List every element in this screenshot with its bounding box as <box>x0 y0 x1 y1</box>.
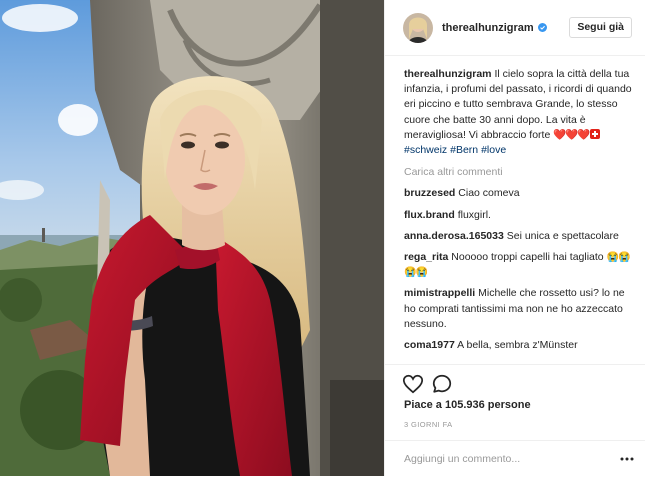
comment-text: fluxgirl. <box>457 208 491 221</box>
author-username[interactable]: therealhunzigram <box>442 22 534 34</box>
comment-username[interactable]: flux.brand <box>404 209 455 221</box>
swiss-flag-icon <box>590 128 601 139</box>
following-button[interactable]: Segui già <box>569 17 632 38</box>
comment-item: bruzzesed Ciao comeva <box>404 186 636 201</box>
more-options-icon[interactable] <box>620 453 634 465</box>
comment-username[interactable]: coma1977 <box>404 339 455 351</box>
comment-item: anna.derosa.165033 Sei unica e spettacol… <box>404 229 636 244</box>
comments-list[interactable]: therealhunzigram Il cielo sopra la città… <box>404 67 636 356</box>
comment-username[interactable]: bruzzesed <box>404 187 455 199</box>
post-timestamp[interactable]: 3 GIORNI FA <box>404 420 453 429</box>
verified-badge-icon <box>537 23 547 32</box>
add-comment-input[interactable] <box>404 450 604 468</box>
hashtag-link[interactable]: #Bern <box>450 144 478 156</box>
hashtag-link[interactable]: #love <box>481 144 506 156</box>
caption-hearts: ❤️❤️❤️ <box>553 128 590 141</box>
comment-text: Sei unica e spettacolare <box>506 229 619 242</box>
post-photo[interactable] <box>0 0 384 476</box>
comment-text: A bella, sembra z'Münster <box>457 339 578 352</box>
author-avatar[interactable] <box>403 12 433 43</box>
post-actions: Piace a 105.936 persone 3 GIORNI FA <box>385 364 645 474</box>
caption-username[interactable]: therealhunzigram <box>404 68 492 80</box>
post-side-panel: therealhunzigram Segui già therealhunzig… <box>384 0 645 476</box>
comment-text: Ciao comeva <box>458 187 520 200</box>
likes-count[interactable]: Piace a 105.936 persone <box>404 399 531 411</box>
hashtag-link[interactable]: #schweiz <box>404 144 447 156</box>
comment-username[interactable]: anna.derosa.165033 <box>404 230 504 242</box>
instagram-post: therealhunzigram Segui già therealhunzig… <box>0 0 645 476</box>
comment-item: flux.brand fluxgirl. <box>404 208 636 223</box>
comment-icon[interactable] <box>431 373 453 395</box>
post-header: therealhunzigram Segui già <box>385 0 645 56</box>
comment-username[interactable]: mimistrappelli <box>404 287 475 299</box>
add-comment-bar <box>385 440 645 477</box>
comment-text: Nooooo troppi capelli hai tagliato <box>451 251 604 264</box>
comment-item: rega_rita Nooooo troppi capelli hai tagl… <box>404 250 636 280</box>
comment-username[interactable]: rega_rita <box>404 251 448 263</box>
comment-item: mimistrappelli Michelle che rossetto usi… <box>404 286 636 332</box>
heart-icon[interactable] <box>402 373 424 395</box>
post-caption: therealhunzigram Il cielo sopra la città… <box>404 67 636 158</box>
comment-item: coma1977 A bella, sembra z'Münster <box>404 338 636 353</box>
post-photo-image <box>0 0 384 476</box>
load-more-comments[interactable]: Carica altri commenti <box>404 165 636 180</box>
